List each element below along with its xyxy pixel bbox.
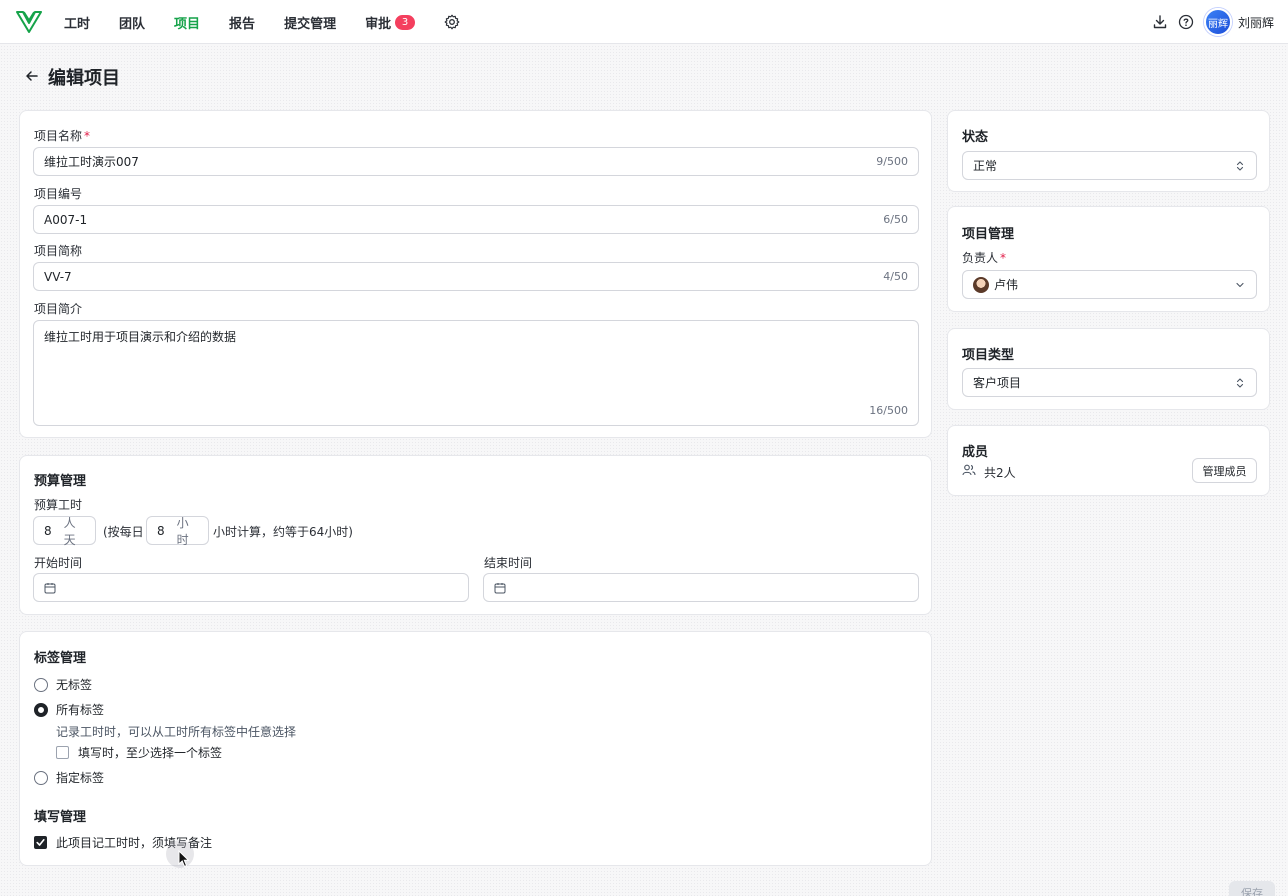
project-name-value: 维拉工时演示007 bbox=[44, 155, 139, 169]
status-title: 状态 bbox=[962, 130, 989, 145]
project-description-char-count: 16/500 bbox=[869, 404, 908, 417]
status-value: 正常 bbox=[973, 159, 998, 173]
project-short-name-char-count: 4/50 bbox=[883, 270, 908, 283]
radio-all-tags-circle bbox=[34, 702, 48, 717]
project-type-card: 项目类型 客户项目 bbox=[947, 328, 1270, 410]
project-short-name-label: 项目简称 bbox=[34, 244, 83, 258]
per-day-prefix: (按每日 bbox=[103, 525, 144, 539]
radio-specific-tags[interactable]: 指定标签 bbox=[34, 769, 104, 786]
nav-item-team[interactable]: 团队 bbox=[119, 13, 145, 32]
project-type-select[interactable]: 客户项目 bbox=[962, 368, 1257, 397]
members-card: 成员 共2人 管理成员 bbox=[947, 425, 1270, 496]
radio-all-tags[interactable]: 所有标签 bbox=[34, 701, 104, 718]
project-short-name-value: VV-7 bbox=[44, 269, 72, 284]
management-title: 项目管理 bbox=[962, 227, 1015, 242]
calendar-icon bbox=[44, 582, 56, 593]
require-one-tag-label: 填写时，至少选择一个标签 bbox=[78, 746, 223, 760]
all-tags-hint: 记录工时时，可以从工时所有标签中任意选择 bbox=[56, 725, 297, 739]
chevron-down-icon bbox=[1236, 282, 1244, 288]
start-date-input[interactable] bbox=[33, 573, 469, 602]
top-navigation-bar: 工时 团队 项目 报告 提交管理 审批 3 丽辉 刘丽辉 bbox=[0, 0, 1288, 44]
end-date-label: 结束时间 bbox=[484, 556, 533, 570]
radio-specific-tags-circle bbox=[34, 770, 48, 785]
project-code-input[interactable]: A007-1 6/50 bbox=[33, 205, 919, 234]
basic-info-card: 项目名称 * 维拉工时演示007 9/500 项目编号 A007-1 6/50 项… bbox=[19, 110, 932, 438]
help-icon[interactable] bbox=[1178, 14, 1194, 30]
members-title: 成员 bbox=[962, 445, 989, 460]
nav-item-submission[interactable]: 提交管理 bbox=[284, 13, 336, 32]
members-count: 共2人 bbox=[984, 466, 1016, 480]
project-name-label: 项目名称 * bbox=[34, 129, 91, 143]
user-avatar-text: 丽辉 bbox=[1207, 18, 1228, 30]
nav-item-reports[interactable]: 报告 bbox=[229, 13, 255, 32]
project-type-value: 客户项目 bbox=[973, 376, 1022, 390]
save-button[interactable]: 保存 bbox=[1229, 881, 1275, 896]
project-type-title: 项目类型 bbox=[962, 348, 1015, 363]
app-logo-icon[interactable] bbox=[16, 10, 42, 34]
nav-item-projects[interactable]: 项目 bbox=[174, 13, 200, 32]
project-description-value: 维拉工时用于项目演示和介绍的数据 bbox=[44, 330, 237, 344]
hours-per-day-value: 8 bbox=[157, 523, 165, 538]
hours-total-text: 小时计算，约等于64小时) bbox=[213, 525, 353, 539]
owner-label: 负责人 * bbox=[962, 251, 1007, 265]
user-area: 丽辉 刘丽辉 bbox=[1142, 0, 1274, 44]
up-down-chevron-icon bbox=[1236, 378, 1244, 388]
approval-count-badge: 3 bbox=[395, 14, 416, 30]
end-date-input[interactable] bbox=[483, 573, 919, 602]
user-avatar[interactable]: 丽辉 bbox=[1203, 8, 1232, 36]
project-name-char-count: 9/500 bbox=[876, 155, 908, 168]
hours-per-day-input[interactable]: 8 小时 bbox=[146, 515, 209, 547]
radio-no-tags-label: 无标签 bbox=[56, 678, 93, 692]
budget-days-value: 8 bbox=[44, 523, 52, 538]
owner-value: 卢伟 bbox=[994, 278, 1019, 292]
calendar-icon bbox=[494, 582, 506, 593]
project-short-name-input[interactable]: VV-7 4/50 bbox=[33, 262, 919, 291]
settings-gear-icon[interactable] bbox=[444, 14, 460, 30]
owner-avatar bbox=[973, 276, 989, 293]
nav-item-timesheet[interactable]: 工时 bbox=[64, 13, 90, 32]
manage-members-button[interactable]: 管理成员 bbox=[1192, 458, 1257, 483]
require-note-box bbox=[34, 836, 47, 849]
require-one-tag-box bbox=[56, 746, 69, 759]
download-icon[interactable] bbox=[1152, 14, 1168, 30]
users-icon bbox=[962, 464, 976, 476]
management-card: 项目管理 负责人 * 卢伟 bbox=[947, 206, 1270, 312]
status-card: 状态 正常 bbox=[947, 110, 1270, 192]
start-date-label: 开始时间 bbox=[34, 556, 83, 570]
nav-item-approval[interactable]: 审批 3 bbox=[365, 13, 416, 32]
fill-title: 填写管理 bbox=[34, 810, 87, 825]
tags-card: 标签管理 无标签 所有标签 记录工时时，可以从工时所有标签中任意选择 填写时，至… bbox=[19, 631, 932, 866]
budget-days-unit: 人天 bbox=[63, 515, 76, 547]
mouse-cursor-icon bbox=[178, 850, 190, 868]
project-description-label: 项目简介 bbox=[34, 302, 83, 316]
budget-hours-label: 预算工时 bbox=[34, 498, 83, 512]
project-code-char-count: 6/50 bbox=[883, 213, 908, 226]
owner-select[interactable]: 卢伟 bbox=[962, 270, 1257, 299]
radio-specific-tags-label: 指定标签 bbox=[56, 771, 105, 785]
tags-title: 标签管理 bbox=[34, 651, 87, 666]
project-description-textarea[interactable]: 维拉工时用于项目演示和介绍的数据 16/500 bbox=[33, 320, 919, 426]
checkmark-icon bbox=[36, 839, 45, 846]
project-code-value: A007-1 bbox=[44, 212, 88, 227]
budget-days-input[interactable]: 8 人天 bbox=[33, 515, 96, 547]
hours-per-day-unit: 小时 bbox=[176, 515, 189, 547]
project-name-input[interactable]: 维拉工时演示007 9/500 bbox=[33, 147, 919, 176]
user-name[interactable]: 刘丽辉 bbox=[1238, 14, 1274, 31]
project-code-label: 项目编号 bbox=[34, 187, 83, 201]
require-one-tag-checkbox[interactable]: 填写时，至少选择一个标签 bbox=[56, 744, 222, 761]
radio-no-tags[interactable]: 无标签 bbox=[34, 676, 92, 693]
radio-no-tags-circle bbox=[34, 677, 48, 692]
budget-title: 预算管理 bbox=[34, 474, 87, 489]
nav-item-approval-label: 审批 bbox=[365, 16, 392, 32]
up-down-chevron-icon bbox=[1236, 161, 1244, 171]
main-nav: 工时 团队 项目 报告 提交管理 审批 3 bbox=[64, 0, 460, 44]
status-select[interactable]: 正常 bbox=[962, 151, 1257, 180]
back-arrow-icon[interactable] bbox=[24, 68, 40, 84]
page-title: 编辑项目 bbox=[48, 68, 120, 89]
budget-card: 预算管理 预算工时 8 人天 (按每日 8 小时 小时计算，约等于64小时) 开… bbox=[19, 455, 932, 615]
radio-all-tags-label: 所有标签 bbox=[56, 703, 105, 717]
